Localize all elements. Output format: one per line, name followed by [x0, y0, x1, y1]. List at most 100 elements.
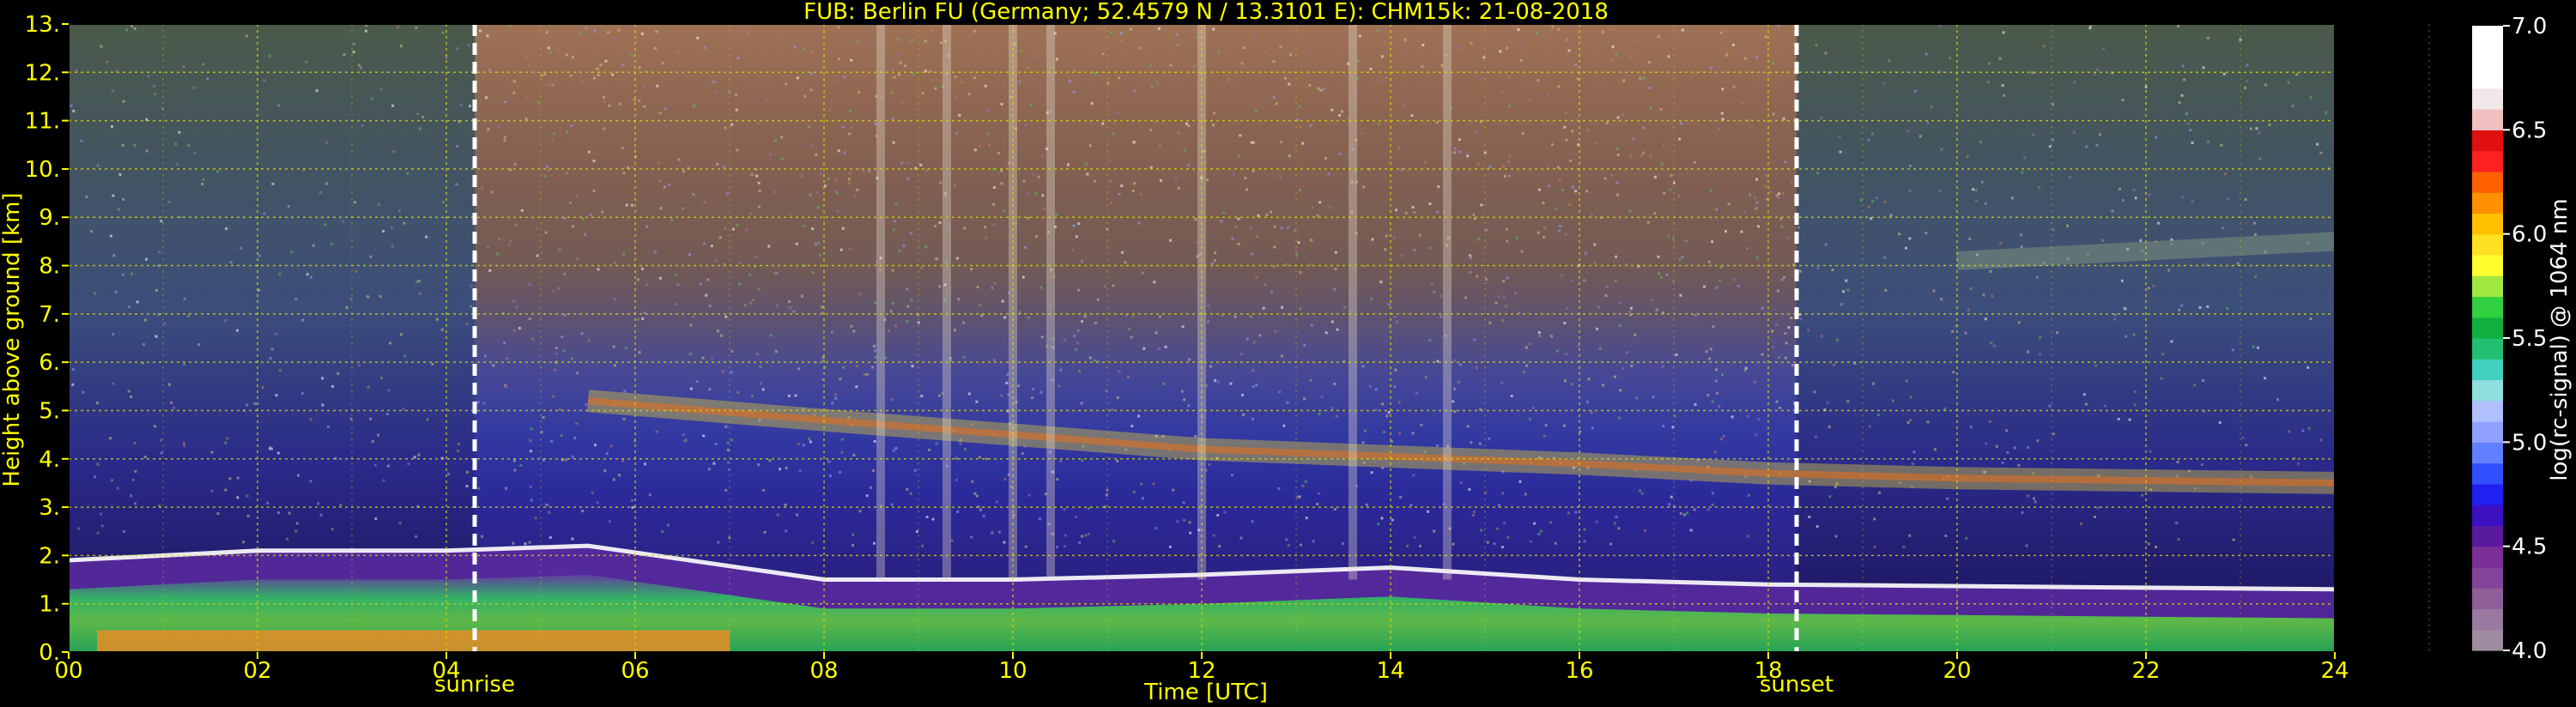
- noise-speckle: [1295, 495, 1299, 499]
- noise-speckle: [780, 157, 784, 160]
- colorbar-segment: [2472, 46, 2503, 69]
- noise-speckle: [1520, 250, 1524, 253]
- noise-speckle: [802, 224, 805, 227]
- noise-speckle: [720, 334, 724, 337]
- noise-speckle: [2319, 438, 2323, 442]
- noise-speckle: [1110, 31, 1113, 34]
- colorbar-segment: [2472, 317, 2503, 339]
- noise-speckle: [1118, 76, 1120, 80]
- noise-speckle: [542, 416, 545, 419]
- noise-speckle: [547, 46, 550, 50]
- noise-speckle: [1255, 235, 1258, 239]
- noise-speckle: [2121, 98, 2124, 101]
- noise-speckle: [759, 366, 762, 369]
- noise-speckle: [1694, 313, 1697, 317]
- noise-speckle: [708, 304, 712, 307]
- noise-speckle: [168, 383, 171, 386]
- noise-speckle: [512, 80, 516, 83]
- noise-speckle: [811, 227, 815, 231]
- noise-speckle: [1472, 213, 1476, 216]
- noise-speckle: [440, 328, 444, 331]
- noise-speckle: [2132, 188, 2136, 191]
- noise-speckle: [1452, 387, 1456, 390]
- noise-speckle: [676, 283, 680, 287]
- noise-speckle: [1715, 379, 1718, 383]
- noise-speckle: [1003, 478, 1007, 481]
- noise-speckle: [1755, 201, 1759, 204]
- noise-speckle: [2128, 418, 2131, 421]
- noise-speckle: [803, 94, 807, 98]
- noise-speckle: [236, 496, 239, 499]
- noise-speckle: [357, 364, 361, 367]
- noise-speckle: [1543, 226, 1547, 229]
- noise-speckle: [630, 54, 633, 57]
- noise-speckle: [1969, 287, 1973, 290]
- noise-speckle: [1988, 420, 1991, 423]
- noise-speckle: [193, 151, 197, 154]
- noise-speckle: [1212, 124, 1215, 127]
- noise-speckle: [2006, 451, 2009, 454]
- noise-speckle: [1508, 76, 1512, 79]
- noise-speckle: [603, 95, 605, 99]
- noise-speckle: [661, 62, 664, 64]
- noise-speckle: [788, 300, 791, 303]
- noise-speckle: [909, 232, 912, 235]
- noise-speckle: [2013, 446, 2016, 450]
- noise-speckle: [2161, 353, 2165, 356]
- noise-speckle: [1932, 289, 1936, 293]
- noise-speckle: [1187, 124, 1191, 128]
- noise-speckle: [529, 450, 532, 453]
- noise-speckle: [118, 208, 121, 211]
- noise-speckle: [202, 178, 205, 181]
- noise-speckle: [369, 255, 373, 258]
- noise-speckle: [1615, 516, 1618, 518]
- noise-speckle: [2020, 245, 2023, 249]
- noise-speckle: [736, 223, 739, 227]
- noise-speckle: [1124, 261, 1127, 264]
- noise-speckle: [921, 544, 924, 547]
- noise-speckle: [112, 254, 116, 257]
- noise-speckle: [1478, 442, 1482, 445]
- noise-speckle: [1603, 177, 1607, 180]
- noise-speckle: [726, 461, 730, 464]
- noise-speckle: [127, 390, 130, 393]
- noise-speckle: [755, 174, 759, 178]
- noise-speckle: [2026, 446, 2029, 449]
- noise-speckle: [1000, 394, 1003, 397]
- noise-speckle: [547, 168, 550, 172]
- noise-speckle: [890, 91, 894, 94]
- noise-speckle: [1440, 63, 1444, 67]
- noise-speckle: [748, 273, 751, 276]
- noise-speckle: [100, 45, 103, 48]
- noise-speckle: [603, 469, 607, 473]
- noise-speckle: [1453, 147, 1457, 150]
- noise-speckle: [399, 333, 403, 336]
- noise-speckle: [1161, 382, 1165, 385]
- noise-speckle: [310, 275, 313, 279]
- noise-speckle: [2133, 403, 2137, 407]
- noise-speckle: [1715, 391, 1718, 395]
- noise-speckle: [1213, 112, 1216, 115]
- noise-speckle: [2111, 209, 2114, 213]
- noise-speckle: [2297, 462, 2300, 465]
- noise-speckle: [458, 443, 460, 446]
- noise-speckle: [809, 440, 812, 444]
- colorbar-tick-label: 4.0: [2512, 638, 2547, 664]
- noise-speckle: [579, 32, 582, 34]
- noise-speckle: [1231, 237, 1234, 240]
- noise-speckle: [145, 257, 148, 261]
- colorbar-tick-label: 6.0: [2512, 222, 2547, 248]
- noise-speckle: [775, 272, 779, 275]
- noise-speckle: [1017, 384, 1021, 388]
- noise-speckle: [1518, 480, 1522, 483]
- noise-speckle: [1815, 44, 1818, 47]
- noise-speckle: [519, 463, 523, 467]
- noise-speckle: [571, 455, 574, 458]
- noise-speckle: [708, 388, 712, 391]
- noise-speckle: [173, 406, 176, 409]
- noise-speckle: [1679, 512, 1682, 515]
- noise-speckle: [892, 449, 895, 452]
- noise-speckle: [1234, 225, 1238, 228]
- noise-speckle: [575, 422, 579, 425]
- noise-speckle: [1038, 517, 1041, 521]
